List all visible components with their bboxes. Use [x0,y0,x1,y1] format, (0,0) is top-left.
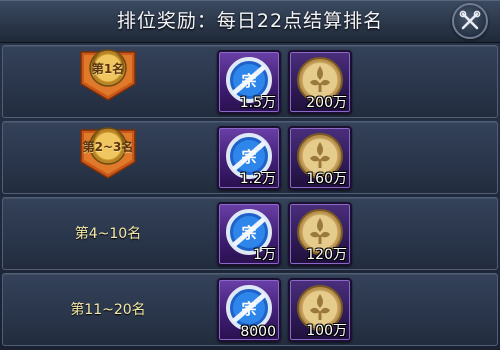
reward-amount: 160万 [306,171,347,187]
reward-amount: 1.2万 [239,171,276,187]
ticket-reward-slot[interactable]: 宗 1.2万 [217,126,281,190]
reward-row-rank-11-20: 第11~20名 宗 8000 100万 [2,273,498,346]
panel-title: 排位奖励：每日22点结算排名 [116,10,384,32]
panel-header: 排位奖励：每日22点结算排名 [0,0,500,43]
reward-rows: 第1名 宗 1.5万 200万 第2~3名 宗 1.2万 160万 第4~10名… [0,43,500,350]
svg-text:宗: 宗 [241,300,256,318]
gold-laurel-medal-icon: 第1名 [73,38,143,102]
ranking-rewards-panel: 排位奖励：每日22点结算排名 第1名 宗 1.5万 200万 第2~3名 宗 1… [0,0,500,350]
reward-amount: 8000 [240,324,276,340]
reward-row-rank-4-10: 第4~10名 宗 1万 120万 [2,197,498,270]
ticket-reward-slot[interactable]: 宗 8000 [217,278,281,342]
coin-reward-slot[interactable]: 120万 [288,202,352,266]
coin-reward-slot[interactable]: 160万 [288,126,352,190]
ticket-reward-slot[interactable]: 宗 1.5万 [217,50,281,114]
rank-label: 第2~3名 [82,140,134,154]
reward-amount: 1万 [253,247,276,263]
svg-text:宗: 宗 [241,72,256,90]
crossed-tools-close-icon [459,10,481,30]
reward-amount: 120万 [306,247,347,263]
gold-laurel-medal-icon: 第2~3名 [73,116,143,180]
coin-reward-slot[interactable]: 100万 [288,278,352,342]
close-button[interactable] [452,3,488,39]
coin-reward-slot[interactable]: 200万 [288,50,352,114]
reward-amount: 1.5万 [239,95,276,111]
svg-text:宗: 宗 [241,224,256,242]
reward-amount: 100万 [306,323,347,339]
svg-text:宗: 宗 [241,148,256,166]
rank-label: 第11~20名 [70,302,146,318]
reward-row-rank-2-3: 第2~3名 宗 1.2万 160万 [2,121,498,194]
rank-label: 第4~10名 [74,226,142,242]
ticket-reward-slot[interactable]: 宗 1万 [217,202,281,266]
reward-amount: 200万 [306,95,347,111]
reward-row-rank-1: 第1名 宗 1.5万 200万 [2,45,498,118]
rank-label: 第1名 [91,62,125,76]
